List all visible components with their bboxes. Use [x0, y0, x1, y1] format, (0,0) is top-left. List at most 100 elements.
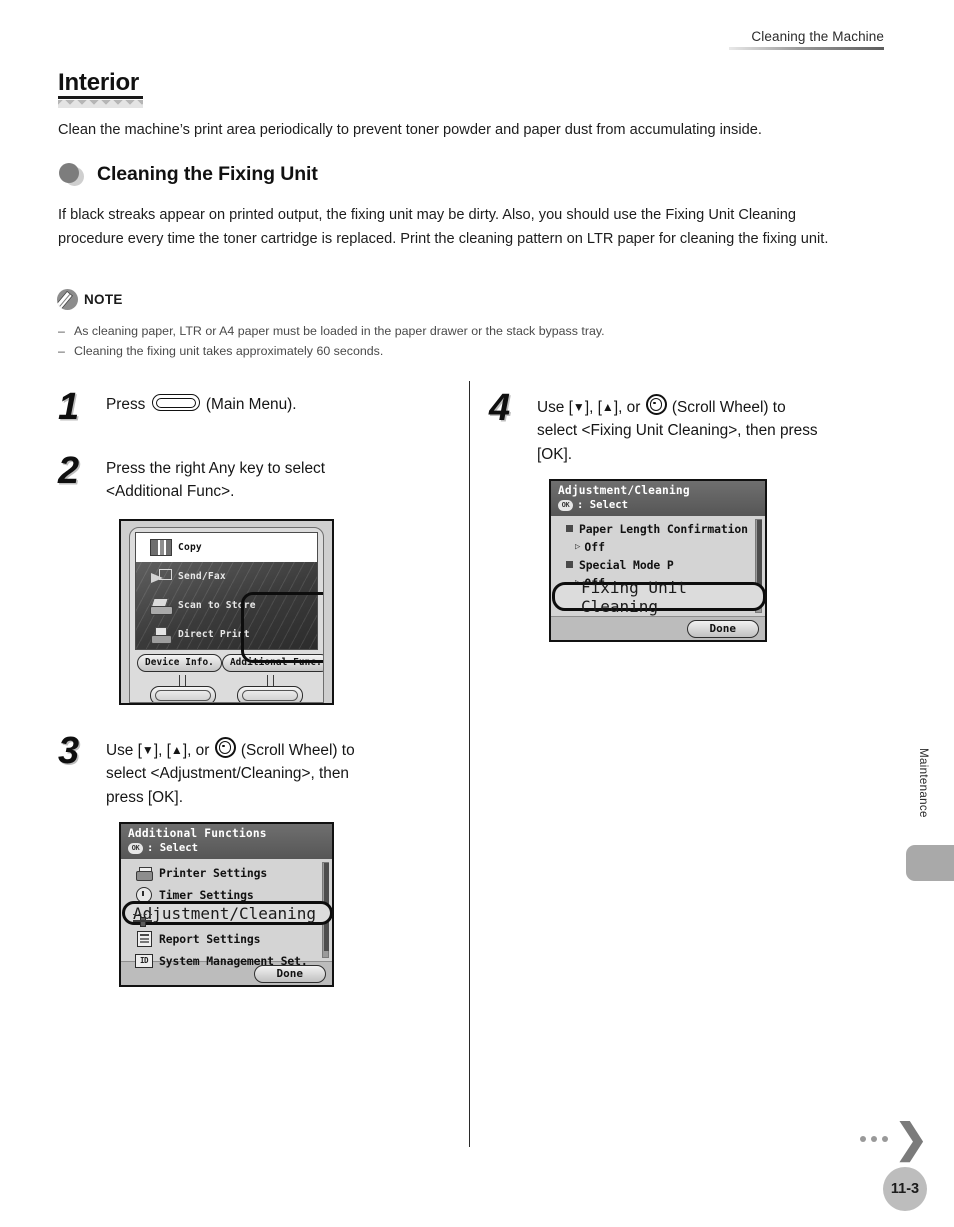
- note-dash: –: [58, 344, 65, 359]
- lcd-title-text: Adjustment/Cleaning: [558, 484, 690, 497]
- any-key-right[interactable]: [237, 686, 304, 702]
- note-heading: NOTE: [57, 289, 123, 310]
- step-3-or-label: ], or: [182, 742, 210, 759]
- page-number-badge: 11-3: [883, 1167, 927, 1211]
- soft-key-row: Device Info. Additional Func.: [135, 650, 323, 672]
- note-label: NOTE: [84, 292, 123, 307]
- lcd-subtitle: OK : Select: [558, 499, 758, 512]
- note-list-item-text: Cleaning the fixing unit takes approxima…: [74, 344, 384, 359]
- soft-key-additional-func[interactable]: Additional Func.: [221, 654, 323, 672]
- lcd-list-body: Printer Settings Timer Settings Adjustme…: [121, 859, 332, 969]
- list-item-label: Printer Settings: [159, 866, 268, 881]
- note-list-item-text: As cleaning paper, LTR or A4 paper must …: [74, 324, 605, 338]
- step-1-text: Press (Main Menu).: [106, 389, 297, 425]
- note-list: – As cleaning paper, LTR or A4 paper mus…: [58, 321, 888, 361]
- main-menu-item-label: Scan to Store: [178, 600, 256, 611]
- main-menu-item-direct-print[interactable]: Direct Print: [136, 620, 317, 649]
- lcd-subtitle-text: : Select: [577, 499, 629, 511]
- list-item-system-management-set[interactable]: ID System Management Set.: [121, 950, 332, 972]
- lcd-subtitle-text: : Select: [147, 842, 199, 854]
- step-3-use-label: Use [: [106, 742, 142, 759]
- list-item-label: Paper Length Confirmation: [579, 521, 748, 536]
- step-3-number: 3: [58, 730, 80, 772]
- list-item-value: Off: [584, 539, 605, 554]
- report-icon: [129, 931, 159, 948]
- callout-highlight-adjustment-cleaning[interactable]: Adjustment/Cleaning: [122, 901, 332, 928]
- main-menu-item-scan-to-store[interactable]: Scan to Store: [136, 591, 317, 620]
- step-1-number: 1: [58, 386, 80, 428]
- arrow-down-icon: ▼: [572, 400, 585, 414]
- hardware-key-right-group: [227, 675, 315, 702]
- direct-print-icon: [144, 626, 178, 644]
- note-dash: –: [58, 324, 65, 338]
- step-2-number: 2: [58, 450, 80, 492]
- hardware-key-left-group: [139, 675, 227, 702]
- list-item-report-settings[interactable]: Report Settings: [121, 928, 332, 950]
- note-list-item: – As cleaning paper, LTR or A4 paper mus…: [58, 321, 888, 341]
- done-button[interactable]: Done: [686, 620, 759, 639]
- step-4-number: 4: [489, 387, 511, 429]
- soft-key-device-info[interactable]: Device Info.: [137, 654, 222, 672]
- step-4-wheel-label: (Scroll Wheel) to: [671, 399, 786, 416]
- step-1-text-after: (Main Menu).: [205, 396, 297, 413]
- hardware-key-stem: [179, 675, 187, 686]
- step-4-text: Use [▼], [▲], or (Scroll Wheel) to selec…: [537, 390, 818, 466]
- copy-icon: [144, 539, 178, 556]
- list-item-label: Adjustment/Cleaning: [133, 903, 317, 923]
- square-bullet-icon: [559, 525, 579, 533]
- main-menu-item-label: Send/Fax: [178, 571, 226, 582]
- list-item-value-paper-length-confirmation: ▷ Off: [551, 538, 765, 555]
- main-menu-screen: Copy Send/Fax Scan to Store Direct Print: [135, 532, 318, 650]
- running-header-text: Cleaning the Machine: [751, 29, 884, 44]
- step-3-line-1: Use [▼], [▲], or (Scroll Wheel) to: [106, 737, 355, 762]
- step-3-mid-label: ], [: [153, 742, 171, 759]
- next-page-arrow-icon: ❯: [860, 1117, 928, 1161]
- step-2-text: Press the right Any key to select <Addit…: [106, 453, 325, 504]
- send-fax-icon: [144, 569, 178, 584]
- lcd-main-menu-figure: Copy Send/Fax Scan to Store Direct Print…: [119, 519, 334, 705]
- arrow-down-icon: ▼: [141, 743, 154, 757]
- lcd-title-bar: Adjustment/Cleaning OK : Select: [551, 481, 765, 517]
- main-menu-item-label: Direct Print: [178, 629, 250, 640]
- step-2-line-2: <Additional Func>.: [106, 483, 235, 501]
- page-title-rule: [58, 96, 143, 99]
- step-1-text-before: Press: [106, 396, 146, 413]
- scroll-wheel-icon: [645, 394, 667, 415]
- main-menu-item-send-fax[interactable]: Send/Fax: [136, 562, 317, 591]
- list-item-special-mode-p[interactable]: Special Mode P: [551, 555, 765, 574]
- list-item-label: Fixing Unit Cleaning: [581, 577, 687, 616]
- section-body-paragraph: If black streaks appear on printed outpu…: [58, 207, 829, 247]
- ok-badge-icon: OK: [128, 843, 143, 855]
- step-3-line-2: select <Adjustment/Cleaning>, then: [106, 765, 349, 783]
- list-item-printer-settings[interactable]: Printer Settings: [121, 862, 332, 884]
- step-3: 3 Use [▼], [▲], or (Scroll Wheel) to sel…: [58, 730, 458, 809]
- step-4-or-label: ], or: [613, 399, 641, 416]
- scan-to-store-icon: [144, 598, 178, 615]
- step-1: 1 Press (Main Menu).: [58, 386, 458, 428]
- list-item-label: System Management Set.: [159, 954, 308, 969]
- page-title-group: Interior: [58, 70, 143, 108]
- chevron-right-icon: ❯: [894, 1117, 928, 1161]
- lcd-title-bar: Additional Functions OK : Select: [121, 824, 332, 860]
- column-divider: [469, 381, 470, 1147]
- step-4-line-1: Use [▼], [▲], or (Scroll Wheel) to: [537, 394, 818, 419]
- main-menu-item-copy[interactable]: Copy: [136, 533, 317, 562]
- id-icon: ID: [129, 954, 159, 969]
- step-4-use-label: Use [: [537, 399, 573, 416]
- value-arrow-icon: ▷: [575, 541, 581, 552]
- step-3-text: Use [▼], [▲], or (Scroll Wheel) to selec…: [106, 733, 355, 809]
- step-2-line-1: Press the right Any key to select: [106, 460, 325, 477]
- list-item-label: Special Mode P: [579, 557, 674, 572]
- section-heading: Cleaning the Fixing Unit: [58, 162, 318, 186]
- lcd-title-text: Additional Functions: [128, 827, 267, 840]
- square-bullet-icon: [559, 561, 579, 569]
- step-3-wheel-label: (Scroll Wheel) to: [240, 742, 355, 759]
- circle-bullet-icon: [58, 162, 88, 186]
- list-item-paper-length-confirmation[interactable]: Paper Length Confirmation: [551, 519, 765, 538]
- any-key-left[interactable]: [149, 686, 216, 702]
- lcd-list-body: Paper Length Confirmation ▷ Off Special …: [551, 516, 765, 617]
- note-list-item: – Cleaning the fixing unit takes approxi…: [58, 341, 888, 361]
- callout-highlight-fixing-unit-cleaning[interactable]: Fixing Unit Cleaning: [552, 578, 765, 616]
- page-title-zigzag-decoration: [58, 99, 143, 108]
- pencil-note-icon: [57, 289, 78, 310]
